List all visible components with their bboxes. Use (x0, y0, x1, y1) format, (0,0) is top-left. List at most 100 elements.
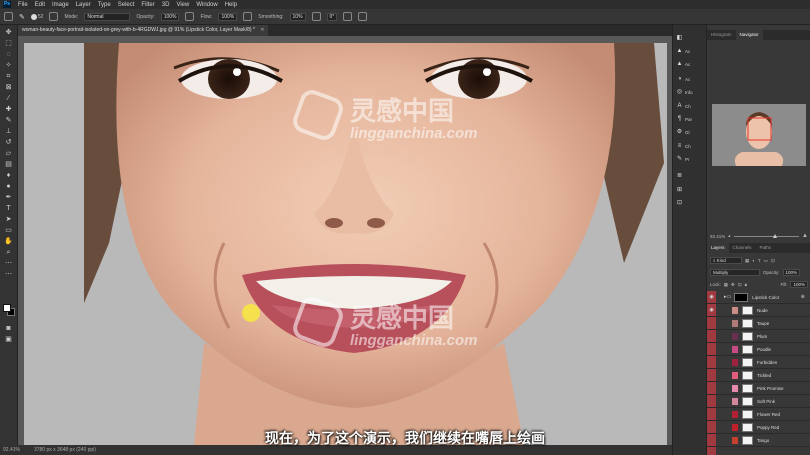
hand-tool-icon[interactable]: ✋ (4, 238, 13, 245)
smoothing-settings-icon[interactable] (311, 12, 321, 21)
navigator-zoom-slider[interactable] (733, 233, 800, 238)
eye-hidden-slot[interactable] (707, 382, 716, 395)
screen-mode-icon[interactable]: ▣ (4, 336, 13, 343)
healing-brush-tool-icon[interactable]: ✚ (4, 106, 13, 113)
layer-color-thumbnail[interactable] (732, 384, 738, 392)
type-tool-icon[interactable]: T (4, 205, 13, 212)
marquee-tool-icon[interactable]: ⬚ (4, 40, 13, 47)
quick-select-tool-icon[interactable]: ✧ (4, 62, 13, 69)
layer-name[interactable]: Tickled (757, 373, 771, 378)
filter-shape-icon[interactable]: ▭ (764, 258, 768, 264)
eyedropper-tool-icon[interactable]: ⁄ (4, 95, 13, 102)
path-selection-tool-icon[interactable]: ➤ (4, 216, 13, 223)
layer-row[interactable]: ◉ Nude (707, 304, 810, 317)
clone-stamp-tool-icon[interactable]: ⊥ (4, 128, 13, 135)
brush-preset-picker[interactable]: 52 (30, 13, 43, 20)
close-icon[interactable]: ✕ (260, 27, 264, 33)
strip-item-10[interactable]: ✎ Pr (676, 154, 704, 164)
document-tab[interactable]: woman-beauty-face-portrait-isolated-on-g… (18, 25, 268, 36)
add-icon[interactable]: ⊕ (801, 294, 805, 300)
layer-mask-thumbnail[interactable] (742, 357, 753, 367)
pressure-size-icon[interactable] (343, 12, 353, 21)
smoothing-field[interactable]: 10% (289, 12, 306, 21)
airbrush-icon[interactable] (243, 12, 253, 21)
zoom-out-icon[interactable]: ▴ (728, 233, 730, 239)
tab-navigator[interactable]: Navigator (735, 30, 763, 40)
layer-mask-thumbnail[interactable] (742, 305, 753, 315)
filter-pixel-icon[interactable]: ▦ (745, 258, 749, 264)
layer-row-group[interactable]: ◉ ▸▭ Lipstick Color ⊕ (707, 291, 810, 304)
home-icon[interactable] (4, 12, 13, 21)
layer-row[interactable]: Soft Pink (707, 395, 810, 408)
layer-name[interactable]: Nude (757, 308, 768, 313)
strip-item-5[interactable]: ◎ Info (676, 87, 704, 97)
layer-color-thumbnail[interactable] (732, 319, 738, 327)
menu-3d[interactable]: 3D (162, 2, 170, 8)
layer-row[interactable]: Flower Red (707, 408, 810, 421)
layer-mask-thumbnail[interactable] (742, 383, 753, 393)
layer-name[interactable]: Taupe (757, 321, 769, 326)
menu-help[interactable]: Help (225, 2, 237, 8)
layer-mask-thumbnail[interactable] (742, 344, 753, 354)
blur-tool-icon[interactable]: ♦ (4, 172, 13, 179)
menu-view[interactable]: View (176, 2, 189, 8)
layer-row[interactable]: Pink Promise (707, 382, 810, 395)
lasso-tool-icon[interactable]: ◌ (4, 51, 13, 58)
layer-row[interactable]: Poodle (707, 343, 810, 356)
tab-channels[interactable]: Channels (729, 243, 756, 253)
layer-name[interactable]: Pink Promise (757, 386, 784, 391)
kind-filter-select[interactable]: ⌕ Kind (710, 257, 742, 264)
layer-color-thumbnail[interactable] (732, 345, 738, 353)
history-brush-tool-icon[interactable]: ↺ (4, 139, 13, 146)
menu-edit[interactable]: Edit (35, 2, 45, 8)
angle-field[interactable]: 0° (326, 12, 338, 21)
strip-item-13[interactable]: ⊡ (676, 198, 704, 208)
dodge-tool-icon[interactable]: ● (4, 183, 13, 190)
foreground-color-swatch[interactable] (3, 304, 11, 312)
menu-window[interactable]: Window (196, 2, 217, 8)
layer-mask-thumbnail[interactable] (742, 396, 753, 406)
eraser-tool-icon[interactable]: ▱ (4, 150, 13, 157)
filter-smart-icon[interactable]: ⊡ (771, 258, 775, 264)
symmetry-icon[interactable] (358, 12, 368, 21)
menu-type[interactable]: Type (98, 2, 111, 8)
layer-row[interactable]: Taupe (707, 317, 810, 330)
move-tool-icon[interactable]: ✥ (4, 29, 13, 36)
eye-hidden-slot[interactable] (707, 356, 716, 369)
eye-icon[interactable]: ◉ (707, 304, 716, 317)
strip-item-2[interactable]: ▲ Ac (676, 46, 704, 56)
eye-hidden-slot[interactable] (707, 369, 716, 382)
gradient-tool-icon[interactable]: ▤ (4, 161, 13, 168)
more-tools-icon[interactable]: ⋯ (4, 260, 13, 267)
pen-tool-icon[interactable]: ✒ (4, 194, 13, 201)
brush-settings-icon[interactable] (49, 12, 59, 21)
strip-item-8[interactable]: ⚙ Gl (676, 127, 704, 137)
lock-all-icon[interactable]: 🔒︎ (745, 282, 747, 287)
layer-color-thumbnail[interactable] (732, 371, 738, 379)
zoom-tool-icon[interactable]: ⌕ (4, 249, 13, 256)
layer-color-thumbnail[interactable] (732, 332, 738, 340)
layer-mask-thumbnail[interactable] (742, 331, 753, 341)
layer-name[interactable]: Forbidden (757, 360, 777, 365)
blend-mode-select[interactable]: Multiply (710, 269, 760, 276)
menu-select[interactable]: Select (118, 2, 135, 8)
eye-hidden-slot[interactable] (707, 317, 716, 330)
menu-layer[interactable]: Layer (76, 2, 91, 8)
strip-item-6[interactable]: A Ch (676, 101, 704, 111)
quick-mask-icon[interactable]: ◙ (4, 325, 13, 332)
eye-hidden-slot[interactable] (707, 408, 716, 421)
frame-tool-icon[interactable]: ⊠ (4, 84, 13, 91)
navigator-thumbnail[interactable] (712, 104, 806, 166)
eye-hidden-slot[interactable] (707, 343, 716, 356)
opacity-field[interactable]: 100% (160, 12, 180, 21)
layer-name[interactable]: Poodle (757, 347, 771, 352)
layer-color-thumbnail[interactable] (732, 410, 738, 418)
filter-type-icon[interactable]: T (758, 258, 761, 263)
layer-color-thumbnail[interactable] (732, 397, 738, 405)
menu-file[interactable]: File (18, 2, 28, 8)
layer-row[interactable]: Tickled (707, 369, 810, 382)
layer-name[interactable]: Plum (757, 334, 767, 339)
brush-tool-icon[interactable]: ✎ (19, 13, 25, 21)
layer-name[interactable]: Flower Red (757, 412, 780, 417)
tab-histogram[interactable]: Histogram (707, 30, 736, 40)
